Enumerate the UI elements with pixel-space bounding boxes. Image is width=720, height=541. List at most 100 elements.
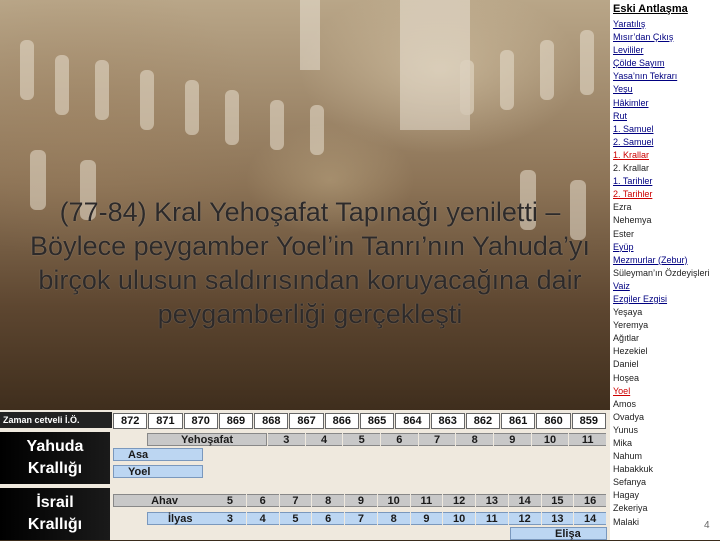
book-link: Hoşea (613, 372, 640, 383)
israel-king1-years: 5 6 7 8 9 10 11 12 13 14 15 16 (214, 494, 607, 507)
israel-king3-bar: Elişa (510, 527, 607, 540)
book-link[interactable]: Yoel (613, 385, 720, 398)
reign-year-cell: 4 (305, 433, 343, 446)
book-link[interactable]: 1. Tarihler (613, 175, 720, 188)
reign-year-cell: 11 (410, 494, 443, 507)
slide-caption: (77-84) Kral Yehoşafat Tapınağı yenilett… (30, 197, 590, 329)
book-link: Ezra (613, 202, 632, 213)
book-link[interactable]: Yaratılış (613, 18, 720, 31)
timeline-year-cell: 864 (395, 413, 430, 429)
reign-year-cell: 10 (531, 433, 569, 446)
book-link: Yeşaya (613, 307, 643, 318)
book-link: Mika (613, 438, 633, 448)
timeline-header-label: Zaman cetveli İ.Ö. (0, 412, 112, 428)
reign-year-cell: 4 (246, 512, 279, 525)
timeline-year-cell: 859 (571, 413, 606, 429)
book-link: Hezekiel (613, 346, 648, 357)
israel-label-line2: Krallığı (27, 516, 83, 533)
timeline-year-cell: 862 (465, 413, 501, 429)
book-link: Ağıtlar (613, 333, 640, 344)
reign-year-cell: 12 (443, 494, 475, 507)
sidebar-title[interactable]: Eski Antlaşma (613, 3, 688, 15)
israel-king1-name: Ahav (113, 494, 215, 507)
israel-label-line1: İsrail (36, 494, 74, 511)
book-link[interactable]: Yasa’nın Tekrarı (613, 70, 720, 83)
book-link: Hagay (613, 490, 640, 501)
book-link[interactable]: Vaiz (613, 280, 720, 293)
judah-label-line1: Yahuda (26, 438, 84, 455)
timeline-year-cell: 870 (183, 413, 218, 429)
book-link[interactable]: Ezgiler Ezgisi (613, 293, 720, 306)
israel-king1-label: Ahav (151, 495, 178, 507)
judah-king1-name: Yehoşafat (147, 433, 267, 446)
book-link[interactable]: 2. Samuel (613, 136, 720, 149)
book-link: Amos (613, 398, 637, 409)
book-link[interactable]: Mısır’dan Çıkış (613, 31, 720, 44)
reign-year-cell: 5 (343, 433, 381, 446)
reign-year-cell: 15 (541, 494, 574, 507)
reign-year-cell: 7 (418, 433, 456, 446)
reign-year-cell: 11 (476, 512, 508, 525)
book-link: Yunus (613, 424, 639, 435)
judah-king2-bar: Asa (113, 448, 203, 461)
reign-year-cell: 8 (377, 512, 410, 525)
reign-year-cell: 14 (574, 512, 606, 525)
book-link[interactable]: Hâkimler (613, 97, 720, 110)
reign-year-cell: 12 (508, 512, 541, 525)
judah-king3-label: Yoel (128, 466, 151, 478)
judah-king3-bar: Yoel (113, 465, 203, 478)
timeline-year-cell: 865 (359, 413, 395, 429)
book-link[interactable]: Rut (613, 110, 720, 123)
reign-year-cell: 8 (312, 494, 344, 507)
reign-year-cell: 13 (476, 494, 508, 507)
timeline-year-cell: 871 (148, 413, 183, 429)
book-link: Ovadya (613, 411, 645, 422)
book-link[interactable]: 1. Samuel (613, 123, 720, 136)
book-link: Sefanya (613, 477, 647, 488)
book-link: Nahum (613, 451, 643, 462)
book-link[interactable]: Levililer (613, 44, 720, 57)
page-number: 4 (704, 520, 710, 531)
reign-year-cell: 13 (541, 512, 574, 525)
reign-year-cell: 7 (345, 512, 377, 525)
israel-king2-years: 3 4 5 6 7 8 9 10 11 12 13 14 (214, 512, 607, 525)
judah-king1-label: Yehoşafat (181, 434, 233, 446)
reign-year-cell: 5 (214, 494, 246, 507)
book-link[interactable]: Yeşu (613, 83, 720, 96)
reign-year-cell: 3 (214, 512, 246, 525)
timeline-year-cell: 860 (536, 413, 571, 429)
reign-year-cell: 11 (569, 433, 607, 446)
book-list: Yaratılış Mısır’dan Çıkış Levililer Çölde S… (613, 18, 720, 529)
reign-year-cell: 6 (246, 494, 279, 507)
book-link: Zekeriya (613, 503, 648, 514)
israel-kingdom-label: İsrail Krallığı (0, 488, 110, 540)
book-link[interactable]: Mezmurlar (Zebur) (613, 254, 720, 267)
reign-year-cell: 10 (377, 494, 410, 507)
reign-year-cell: 9 (345, 494, 377, 507)
timeline-year-cell: 872 (113, 413, 148, 429)
book-link: Daniel (613, 359, 639, 370)
book-link[interactable]: Çölde Sayım (613, 57, 720, 70)
reign-year-cell: 9 (494, 433, 531, 446)
book-link[interactable]: 1. Krallar (613, 149, 720, 162)
reign-year-cell: 10 (443, 512, 475, 525)
judah-king2-label: Asa (128, 449, 149, 461)
judah-label-line2: Krallığı (27, 460, 83, 477)
book-link: 2. Krallar (613, 163, 650, 174)
book-link: Ester (613, 228, 635, 239)
israel-king2-label: İlyas (168, 513, 193, 525)
book-link: Süleyman’ın Özdeyişleri (613, 267, 710, 278)
book-link: Habakkuk (613, 464, 654, 475)
timeline-year-cell: 866 (324, 413, 359, 429)
reign-year-cell: 14 (508, 494, 541, 507)
reign-year-cell: 6 (312, 512, 344, 525)
timeline-years-row: 872 871 870 869 868 867 866 865 864 863 862 861 860 8… (113, 413, 607, 429)
timeline-year-cell: 861 (501, 413, 536, 429)
timeline-year-cell: 867 (289, 413, 324, 429)
israel-king3-label: Elişa (555, 528, 581, 540)
reign-year-cell: 8 (456, 433, 494, 446)
reign-year-cell: 5 (279, 512, 312, 525)
book-link[interactable]: Eyüp (613, 241, 720, 254)
reign-year-cell: 7 (279, 494, 312, 507)
book-link[interactable]: 2. Tarihler (613, 188, 720, 201)
